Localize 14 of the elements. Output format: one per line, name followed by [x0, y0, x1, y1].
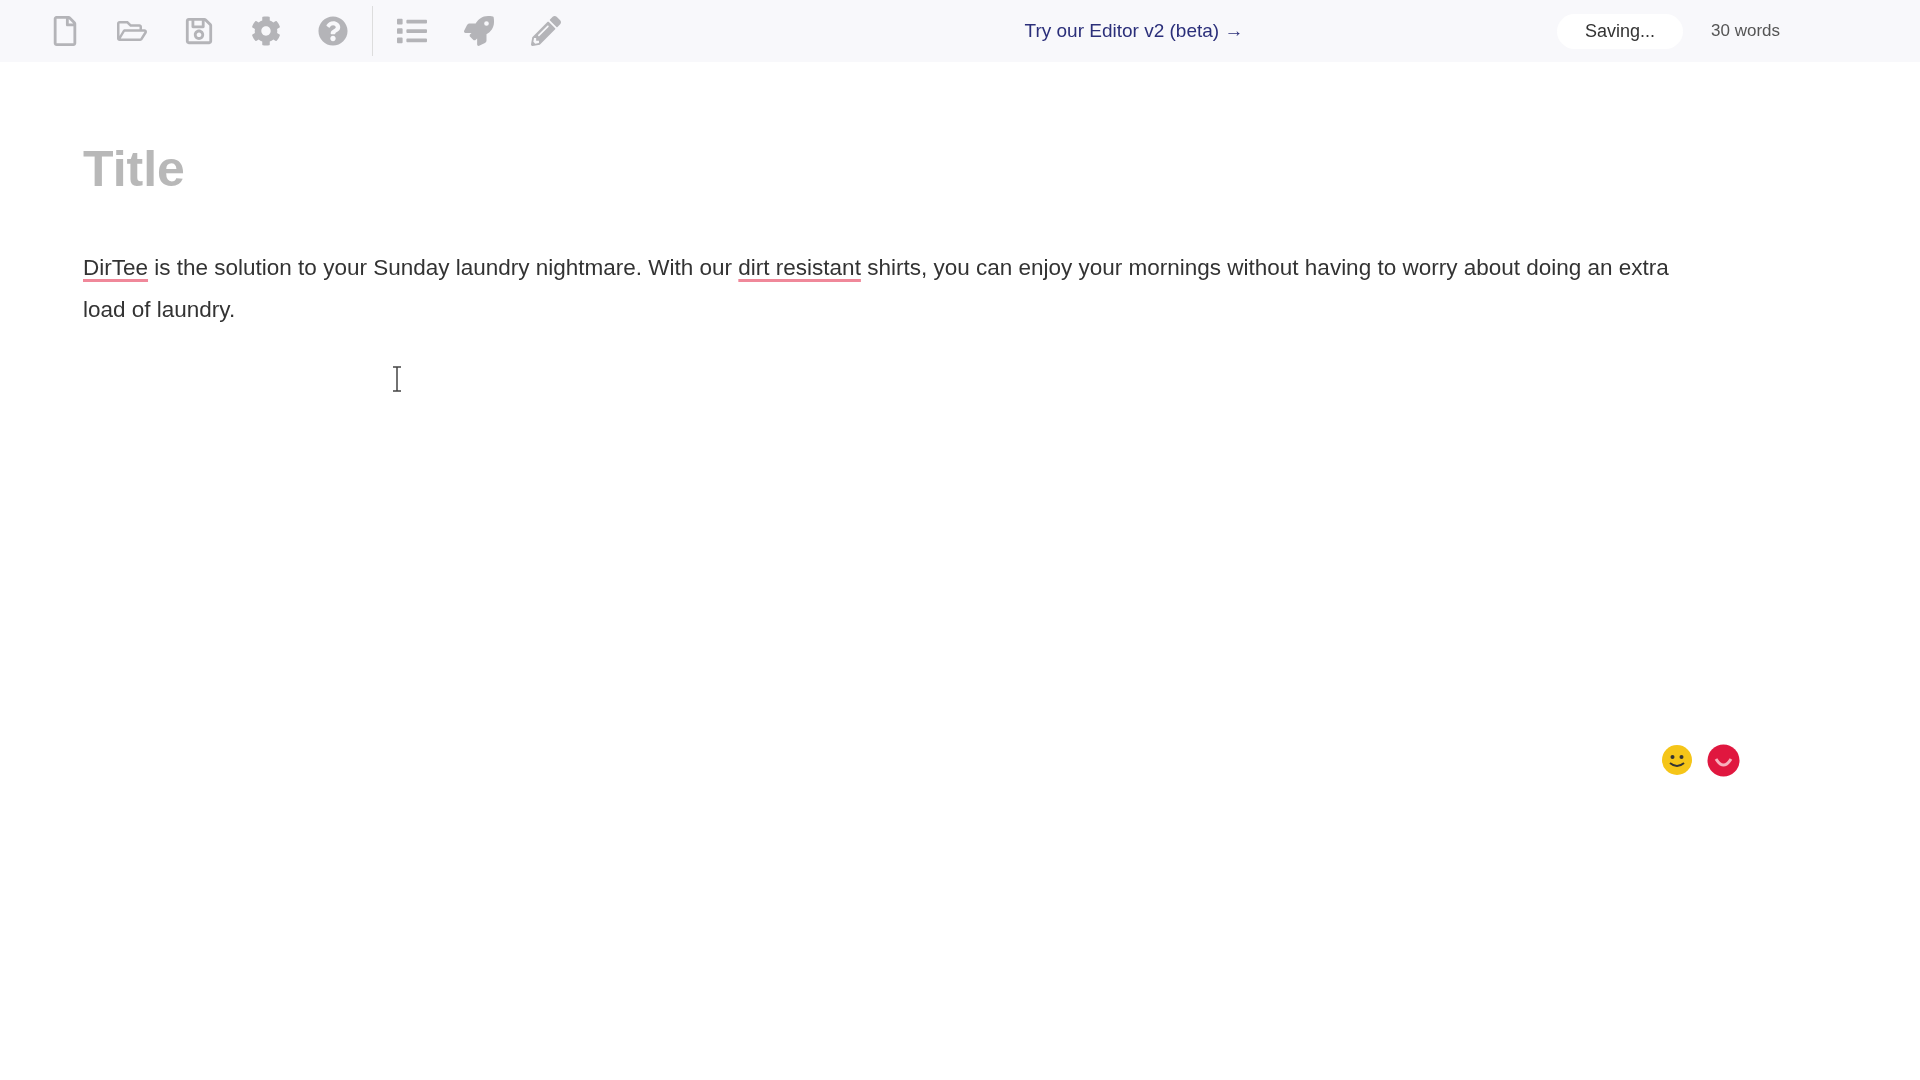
help-icon[interactable] — [318, 16, 348, 46]
smile-logo-icon[interactable] — [1707, 744, 1740, 777]
text-cursor-icon — [392, 366, 402, 392]
settings-icon[interactable] — [251, 16, 281, 46]
editor-v2-link[interactable]: Try our Editor v2 (beta) → — [1024, 16, 1244, 46]
saving-status: Saving... — [1556, 13, 1683, 49]
body-paragraph[interactable]: DirTee is the solution to your Sunday laundry nightmare. With our dirt resistant shirts, you can enjoy your mornings without having to worry about doing an extra load of laundry. — [83, 247, 1703, 331]
save-icon[interactable] — [184, 16, 214, 46]
title-field[interactable]: Title — [83, 132, 883, 207]
rocket-icon[interactable] — [464, 16, 494, 46]
word-count: 30 words — [1711, 20, 1780, 43]
pencil-icon[interactable] — [531, 16, 561, 46]
list-icon[interactable] — [397, 16, 427, 46]
smiley-icon[interactable] — [1661, 744, 1693, 776]
